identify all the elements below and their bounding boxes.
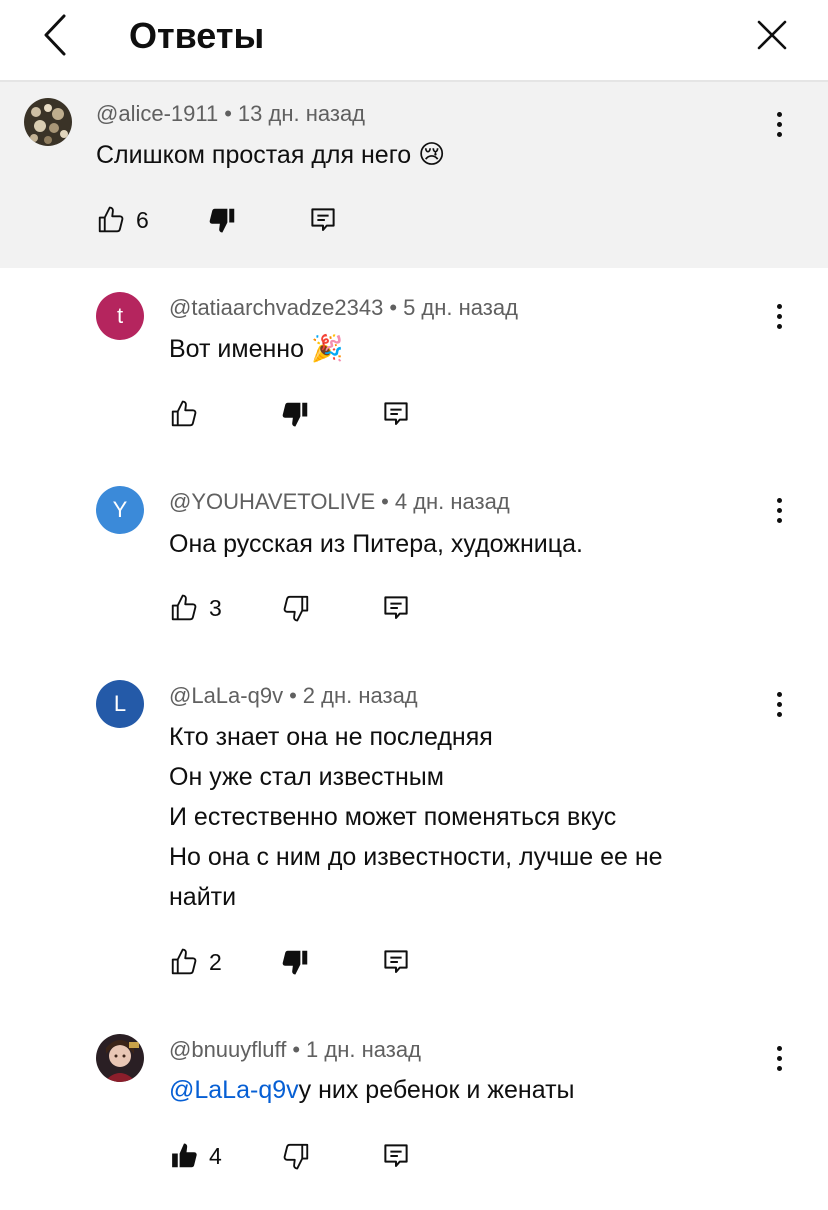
comment-text-content: у них ребенок и женаты	[298, 1076, 575, 1104]
dislike-button[interactable]	[281, 942, 311, 982]
comment-line: И естественно может поменяться вкус	[169, 803, 617, 831]
like-button[interactable]: 4	[169, 1136, 222, 1176]
header: Ответы	[0, 0, 828, 82]
dislike-button[interactable]	[208, 200, 238, 240]
dislike-button[interactable]	[281, 588, 311, 628]
reply-button[interactable]	[308, 200, 338, 240]
reply-comment: L @LaLa-q9v • 2 дн. назад Кто знает она не…	[0, 664, 828, 1004]
like-count: 3	[209, 594, 222, 621]
comment-time: 2 дн. назад	[302, 683, 418, 708]
like-count: 6	[136, 206, 149, 233]
comment-actions: 2	[169, 942, 569, 982]
comment-text: Кто знает она не последняя Он уже стал и…	[169, 717, 769, 917]
comment-line: найти	[169, 883, 237, 911]
comment-time: 4 дн. назад	[394, 489, 510, 514]
comment-actions	[169, 394, 569, 434]
comment-meta: @LaLa-q9v • 2 дн. назад	[169, 683, 418, 708]
like-button[interactable]	[169, 394, 199, 434]
avatar[interactable]: L	[96, 680, 144, 728]
reply-icon	[384, 950, 408, 973]
reply-icon	[384, 402, 408, 425]
comment-meta: @bnuuyfluff • 1 дн. назад	[169, 1037, 421, 1062]
comment-line: Он уже стал известным	[169, 763, 444, 791]
like-count: 4	[209, 1142, 222, 1169]
reply-icon	[384, 1144, 408, 1167]
reply-comment: t @tatiaarchvadze2343 • 5 дн. назад Вот им…	[0, 276, 828, 456]
comment-text: @LaLa-q9vу них ребенок и женаты	[169, 1070, 574, 1110]
comment-text: Слишком простая для него 😢	[96, 134, 445, 175]
comment-text: Вот именно 🎉	[169, 328, 343, 369]
comment-meta: @YOUHAVETOLIVE • 4 дн. назад	[169, 489, 510, 514]
comment-meta: @alice-1911 • 13 дн. назад	[96, 101, 366, 126]
chevron-left-icon	[44, 14, 66, 56]
like-button[interactable]: 2	[169, 942, 222, 982]
comment-text: Она русская из Питера, художница.	[169, 524, 583, 564]
more-options-button[interactable]	[764, 104, 794, 144]
reply-button[interactable]	[381, 1136, 411, 1176]
parent-comment: @alice-1911 • 13 дн. назад Слишком простая…	[0, 82, 828, 268]
comment-line: Кто знает она не последняя	[169, 723, 493, 751]
close-button[interactable]	[748, 12, 796, 58]
like-count: 2	[209, 948, 222, 975]
thumbs-up-icon	[171, 400, 197, 427]
like-button[interactable]: 6	[96, 200, 149, 240]
comment-author[interactable]: @tatiaarchvadze2343	[169, 295, 383, 320]
thumbs-down-icon	[283, 595, 309, 622]
like-button[interactable]: 3	[169, 588, 222, 628]
comment-time: 1 дн. назад	[306, 1037, 421, 1062]
thumbs-down-filled-icon	[282, 402, 308, 427]
thumbs-down-filled-icon	[209, 208, 235, 233]
close-icon	[757, 20, 787, 50]
avatar-photo	[24, 98, 72, 146]
more-options-button[interactable]	[764, 1038, 794, 1078]
reply-comment: @bnuuyfluff • 1 дн. назад @LaLa-q9vу них р…	[0, 1018, 828, 1208]
thumbs-up-icon	[171, 594, 197, 621]
comment-text-content: Вот именно	[169, 335, 304, 363]
dislike-button[interactable]	[281, 394, 311, 434]
thumbs-up-icon	[98, 206, 124, 233]
crying-face-emoji: 😢	[418, 139, 446, 169]
dislike-button[interactable]	[281, 1136, 311, 1176]
thumbs-down-filled-icon	[282, 950, 308, 975]
more-options-button[interactable]	[764, 296, 794, 336]
comment-actions: 6	[96, 200, 496, 240]
comment-actions: 3	[169, 588, 569, 628]
comment-text-content: Она русская из Питера, художница.	[169, 530, 583, 558]
comment-text-content: Слишком простая для него	[96, 141, 412, 169]
user-mention-link[interactable]: @LaLa-q9v	[169, 1076, 299, 1104]
reply-button[interactable]	[381, 588, 411, 628]
party-popper-emoji: 🎉	[310, 333, 344, 363]
more-options-button[interactable]	[764, 490, 794, 530]
avatar-letter: L	[113, 691, 127, 716]
comment-author[interactable]: @alice-1911	[96, 101, 218, 126]
back-button[interactable]	[30, 12, 80, 58]
comment-author[interactable]: @bnuuyfluff	[169, 1037, 286, 1062]
comment-author[interactable]: @LaLa-q9v	[169, 683, 283, 708]
comment-actions: 4	[169, 1136, 569, 1176]
comment-author[interactable]: @YOUHAVETOLIVE	[169, 489, 375, 514]
avatar[interactable]: t	[96, 292, 144, 340]
reply-comment: Y @YOUHAVETOLIVE • 4 дн. назад Она русская…	[0, 470, 828, 650]
comment-meta: @tatiaarchvadze2343 • 5 дн. назад	[169, 295, 518, 320]
page-title: Ответы	[129, 15, 265, 56]
avatar-letter: Y	[112, 497, 128, 522]
avatar[interactable]	[24, 98, 72, 146]
reply-icon	[384, 596, 408, 619]
reply-button[interactable]	[381, 942, 411, 982]
avatar[interactable]: Y	[96, 486, 144, 534]
more-options-button[interactable]	[764, 684, 794, 724]
thumbs-down-icon	[283, 1143, 309, 1170]
avatar[interactable]	[96, 1034, 144, 1082]
reply-icon	[311, 208, 335, 231]
avatar-letter: t	[116, 303, 124, 328]
comment-time: 13 дн. назад	[237, 101, 366, 126]
comment-line: Но она с ним до известности, лучше ее не	[169, 843, 663, 871]
comment-time: 5 дн. назад	[403, 295, 518, 320]
avatar-photo	[96, 1034, 144, 1082]
thumbs-up-icon	[171, 948, 197, 975]
thumbs-up-filled-icon	[172, 1143, 197, 1168]
reply-button[interactable]	[381, 394, 411, 434]
replies-page: Ответы @alice-1911 • 13 дн. назад Слишко…	[0, 0, 828, 1210]
